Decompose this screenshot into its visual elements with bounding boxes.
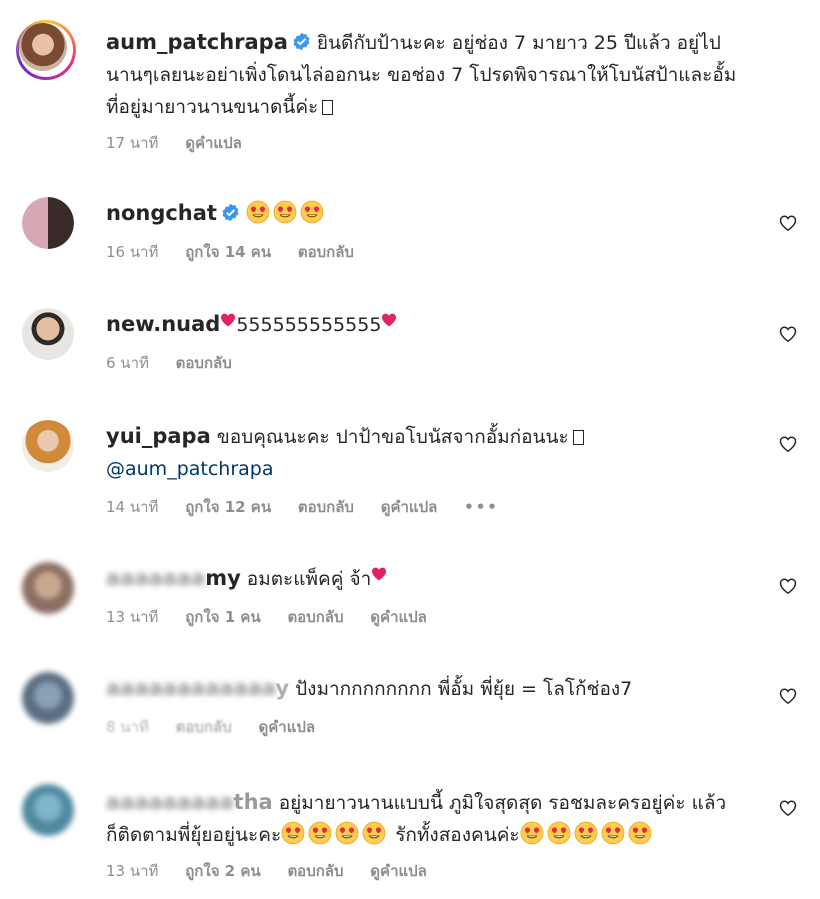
timestamp: 13 นาที — [106, 862, 159, 880]
heart-eyes-emoji — [574, 821, 598, 845]
avatar[interactable] — [22, 308, 74, 360]
heart-outline-icon[interactable] — [778, 686, 798, 706]
comment-text: 555555555555 — [236, 314, 382, 336]
timestamp: 13 นาที — [106, 608, 159, 626]
username-blurred[interactable]: aaaaaaaaa — [106, 790, 234, 814]
username[interactable]: new.nuad — [106, 312, 220, 336]
red-heart-emoji — [371, 567, 387, 581]
comment-text: อมตะแพ็คคู่ จ้า — [246, 568, 372, 590]
heart-outline-icon[interactable] — [778, 434, 798, 454]
comment-text: นานๆเลยนะอย่าเพิ่งโดนไล่ออกนะ ขอช่อง 7 โ… — [106, 64, 737, 86]
heart-eyes-emoji — [547, 821, 571, 845]
heart-eyes-emoji — [335, 821, 359, 845]
avatar[interactable] — [22, 672, 74, 724]
heart-eyes-emoji — [308, 821, 332, 845]
translate-button[interactable]: ดูคำแปล — [370, 862, 427, 880]
likes-count[interactable]: ถูกใจ 14 คน — [185, 243, 271, 261]
likes-count[interactable]: ถูกใจ 1 คน — [185, 608, 260, 626]
username[interactable]: yui_papa — [106, 424, 211, 448]
red-heart-emoji — [220, 313, 236, 327]
timestamp: 14 นาที — [106, 498, 159, 516]
timestamp: 8 นาที — [106, 718, 149, 736]
reply-button[interactable]: ตอบกลับ — [298, 243, 354, 261]
comment-text: ปังมากกกกกกกก พี่อั้ม พี่ยุ้ย = โลโก้ช่อ… — [295, 678, 633, 700]
heart-eyes-emoji — [362, 821, 386, 845]
translate-button[interactable]: ดูคำแปล — [370, 608, 427, 626]
reply-button[interactable]: ตอบกลับ — [298, 498, 354, 516]
comment-text: ก็ติดตามพี่ยุ้ยอยู่นะคะ — [106, 824, 282, 846]
username[interactable]: aum_patchrapa — [106, 30, 288, 54]
timestamp: 17 นาที — [106, 134, 159, 152]
reply-button[interactable]: ตอบกลับ — [287, 862, 343, 880]
translate-button[interactable]: ดูคำแปล — [381, 498, 438, 516]
reply-button[interactable]: ตอบกลับ — [287, 608, 343, 626]
reply-button[interactable]: ตอบกลับ — [176, 354, 232, 372]
likes-count[interactable]: ถูกใจ 2 คน — [185, 862, 260, 880]
comment-text: อยู่มายาวนานแบบนี้ ภูมิใจสุดสุด รอชมละคร… — [278, 792, 727, 814]
username[interactable]: nongchat — [106, 201, 217, 225]
mention-link[interactable]: @aum_patchrapa — [106, 458, 274, 480]
reply-button[interactable]: ตอบกลับ — [176, 718, 232, 736]
heart-outline-icon[interactable] — [778, 798, 798, 818]
heart-eyes-emoji — [601, 821, 625, 845]
verified-badge-icon — [221, 203, 240, 222]
heart-outline-icon[interactable] — [778, 324, 798, 344]
heart-outline-icon[interactable] — [778, 213, 798, 233]
heart-eyes-emoji — [300, 200, 324, 224]
verified-badge-icon — [292, 32, 311, 51]
emoji-placeholder — [572, 430, 584, 445]
heart-eyes-emoji — [246, 200, 270, 224]
heart-outline-icon[interactable] — [778, 576, 798, 596]
username-blurred[interactable]: aaaaaaa — [106, 566, 205, 590]
comment-text: รักทั้งสองคนค่ะ — [395, 824, 520, 846]
emoji-placeholder — [322, 100, 334, 115]
username-tail[interactable]: y — [275, 676, 289, 700]
avatar[interactable] — [22, 562, 74, 614]
heart-eyes-emoji — [520, 821, 544, 845]
comment-text: ที่อยู่มายาวนานขนาดนี้ค่ะ — [106, 96, 319, 118]
red-heart-emoji — [381, 313, 397, 327]
likes-count[interactable]: ถูกใจ 12 คน — [185, 498, 271, 516]
timestamp: 6 นาที — [106, 354, 149, 372]
timestamp: 16 นาที — [106, 243, 159, 261]
avatar[interactable] — [22, 420, 74, 472]
username-tail[interactable]: tha — [234, 790, 273, 814]
avatar[interactable] — [16, 20, 76, 80]
heart-eyes-emoji — [628, 821, 652, 845]
heart-eyes-emoji — [273, 200, 297, 224]
comment-text: ยินดีกับป้านะคะ อยู่ช่อง 7 มายาว 25 ปีแล… — [316, 32, 721, 54]
translate-button[interactable]: ดูคำแปล — [259, 718, 316, 736]
avatar[interactable] — [22, 784, 74, 836]
username-blurred[interactable]: aaaaaaaaaaaa — [106, 676, 275, 700]
more-options-button[interactable]: ••• — [464, 498, 499, 516]
translate-button[interactable]: ดูคำแปล — [185, 134, 242, 152]
heart-eyes-emoji — [281, 821, 305, 845]
username-tail[interactable]: my — [205, 566, 241, 590]
avatar[interactable] — [22, 197, 74, 249]
comment-text: ขอบคุณนะคะ ปาป้าขอโบนัสจากอั้มก่อนนะ — [216, 426, 569, 448]
